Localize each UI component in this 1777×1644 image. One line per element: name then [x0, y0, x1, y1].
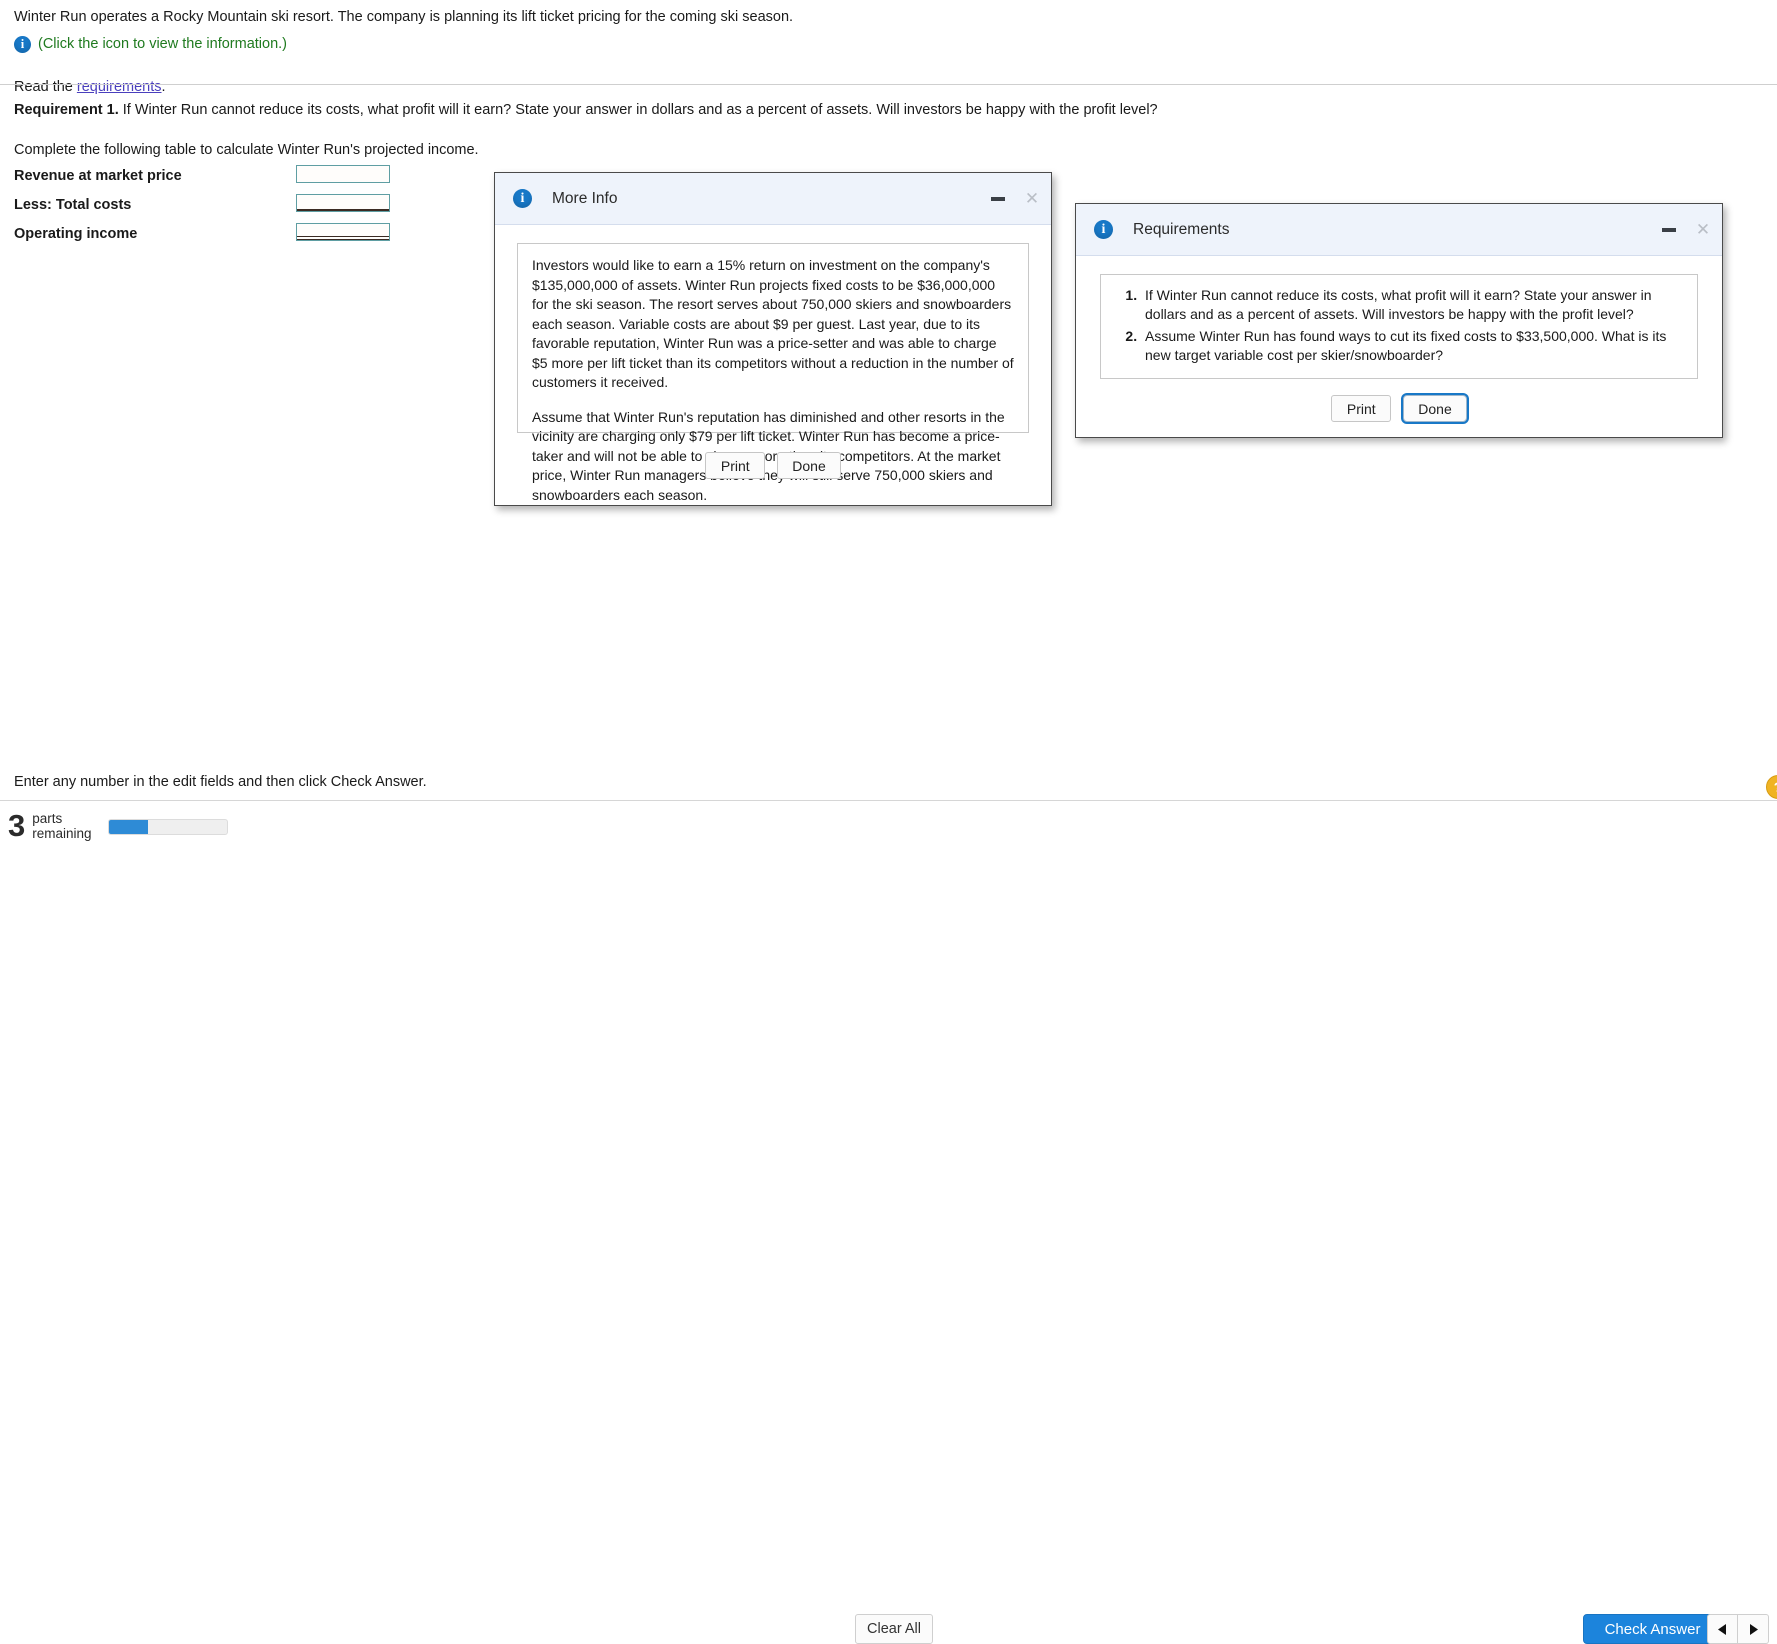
more-info-body: Investors would like to earn a 15% retur…: [495, 225, 1051, 503]
row-label-operating-income: Operating income: [14, 226, 138, 242]
total-costs-input-wrap: [296, 194, 390, 212]
requirements-done-button[interactable]: Done: [1403, 395, 1467, 422]
more-info-dialog: i More Info ✕ Investors would like to ea…: [494, 172, 1052, 506]
requirement-number: Requirement 1.: [14, 102, 119, 118]
more-info-paragraph-2: Assume that Winter Run's reputation has …: [532, 408, 1005, 503]
info-icon: i: [1094, 220, 1113, 239]
info-icon: i: [513, 189, 532, 208]
help-icon[interactable]: ?: [1766, 775, 1777, 799]
total-rule-bottom: [297, 239, 389, 240]
requirement-heading: Requirement 1. If Winter Run cannot redu…: [14, 100, 1414, 120]
requirements-dialog: i Requirements ✕ If Winter Run cannot re…: [1075, 203, 1723, 438]
requirements-print-button[interactable]: Print: [1331, 395, 1392, 422]
read-suffix: .: [161, 79, 166, 95]
progress-bar: [108, 819, 228, 835]
list-item: If Winter Run cannot reduce its costs, w…: [1141, 286, 1683, 324]
parts-remaining-count: 3: [8, 808, 26, 843]
more-info-titlebar[interactable]: i More Info ✕: [495, 173, 1051, 225]
problem-intro: Winter Run operates a Rocky Mountain ski…: [0, 0, 1777, 97]
navigation-buttons: [1707, 1614, 1769, 1644]
revenue-input-wrap: [296, 165, 390, 183]
progress-bar-fill: [109, 820, 148, 834]
requirements-body: If Winter Run cannot reduce its costs, w…: [1076, 256, 1722, 422]
caret-right-icon[interactable]: [1738, 1614, 1769, 1644]
requirements-link[interactable]: requirements: [77, 79, 162, 95]
close-icon[interactable]: ✕: [1684, 217, 1722, 243]
requirements-title: Requirements: [1133, 220, 1230, 238]
list-item: Assume Winter Run has found ways to cut …: [1141, 327, 1683, 365]
requirement-instruction: Complete the following table to calculat…: [14, 142, 479, 158]
parts-remaining-label: parts remaining: [32, 811, 91, 842]
row-label-total-costs: Less: Total costs: [14, 197, 132, 213]
row-label-revenue: Revenue at market price: [14, 168, 182, 184]
table-row: Operating income: [14, 223, 414, 254]
minimize-icon[interactable]: [983, 186, 1013, 212]
close-icon[interactable]: ✕: [1013, 186, 1051, 212]
parts-word-line1: parts: [32, 810, 63, 826]
header-divider: [0, 84, 1777, 85]
more-info-window-controls: ✕: [983, 186, 1051, 212]
info-icon-row: i (Click the icon to view the informatio…: [0, 27, 1777, 54]
requirements-footer: Print Done: [1100, 379, 1698, 422]
requirement-text: If Winter Run cannot reduce its costs, w…: [122, 102, 1158, 118]
total-rule-top: [297, 236, 389, 237]
bottom-hint-text: Enter any number in the edit fields and …: [14, 774, 427, 790]
parts-remaining: 3 parts remaining: [8, 808, 92, 844]
requirements-content: If Winter Run cannot reduce its costs, w…: [1100, 274, 1698, 379]
parts-word-line2: remaining: [32, 826, 92, 841]
info-click-label: (Click the icon to view the information.…: [38, 36, 288, 52]
more-info-content: Investors would like to earn a 15% retur…: [517, 243, 1029, 503]
requirements-titlebar[interactable]: i Requirements ✕: [1076, 204, 1722, 256]
bottom-toolbar: 3 parts remaining Clear All Check Answer: [0, 801, 1777, 1644]
revenue-at-market-price-input[interactable]: [296, 165, 390, 183]
requirement-block: Requirement 1. If Winter Run cannot redu…: [14, 100, 1414, 160]
read-requirements-line: Read the requirements.: [0, 54, 1777, 97]
operating-income-input-wrap: [296, 223, 390, 241]
subtotal-rule: [297, 209, 389, 211]
check-answer-button[interactable]: Check Answer: [1583, 1614, 1722, 1644]
requirements-list: If Winter Run cannot reduce its costs, w…: [1115, 286, 1683, 365]
more-info-print-button[interactable]: Print: [705, 452, 766, 479]
info-icon[interactable]: i: [14, 35, 31, 53]
table-row: Less: Total costs: [14, 194, 414, 225]
more-info-title: More Info: [552, 189, 618, 207]
more-info-done-button[interactable]: Done: [777, 452, 841, 479]
requirements-window-controls: ✕: [1654, 217, 1722, 243]
clear-all-button[interactable]: Clear All: [855, 1614, 933, 1644]
caret-left-icon[interactable]: [1707, 1614, 1738, 1644]
minimize-icon[interactable]: [1654, 217, 1684, 243]
read-prefix: Read the: [14, 79, 77, 95]
table-row: Revenue at market price: [14, 165, 414, 196]
problem-statement: Winter Run operates a Rocky Mountain ski…: [14, 9, 794, 25]
projected-income-table: Revenue at market price Less: Total cost…: [14, 165, 414, 254]
more-info-paragraph-1: Investors would like to earn a 15% retur…: [532, 257, 1014, 390]
